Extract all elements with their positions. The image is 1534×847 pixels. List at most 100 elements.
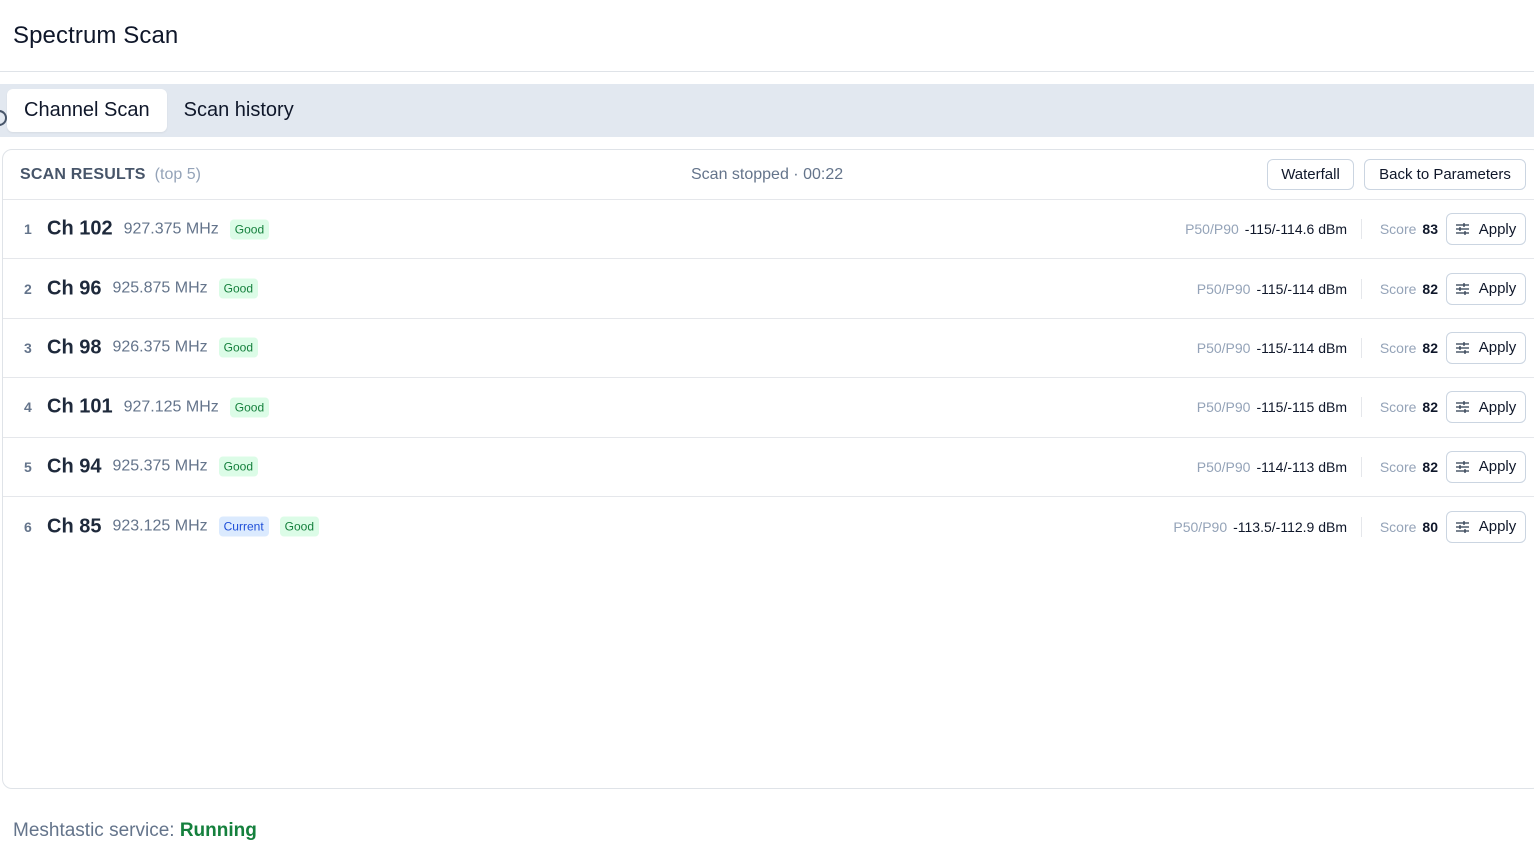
metric-value: -115/-115 dBm: [1256, 399, 1347, 416]
list-item: 6 Ch 85 923.125 MHz Current Good P50/P90 -113.…: [3, 497, 1534, 556]
results-title: SCAN RESULTS: [20, 165, 146, 183]
channel-info: Ch 102 927.375 MHz Good: [47, 217, 270, 241]
score: Score 82: [1380, 281, 1438, 297]
metric-label: P50/P90: [1196, 339, 1251, 356]
channel-frequency: 926.375 MHz: [112, 338, 208, 356]
apply-button[interactable]: Apply: [1446, 272, 1526, 305]
channel-frequency: 925.375 MHz: [112, 457, 208, 475]
scan-results-header: SCAN RESULTS (top 5) Scan stopped · 00:2…: [3, 150, 1534, 200]
scan-results-card: SCAN RESULTS (top 5) Scan stopped · 00:2…: [2, 149, 1534, 789]
score-label: Score: [1379, 339, 1417, 356]
rank-number: 3: [24, 339, 32, 356]
metric-label: P50/P90: [1173, 518, 1228, 535]
p50-p90-metric: P50/P90 -115/-114 dBm: [1197, 281, 1347, 297]
metric-label: P50/P90: [1185, 221, 1239, 238]
sliders-icon: [1455, 460, 1469, 473]
tabs-bar: Channel Scan Scan history: [0, 84, 1534, 137]
channel-info: Ch 101 927.125 MHz Good: [47, 395, 270, 419]
channel-name: Ch 102: [47, 217, 113, 240]
divider: [1361, 516, 1362, 537]
score-value: 83: [1422, 221, 1438, 238]
score-value: 80: [1422, 518, 1438, 535]
score-value: 82: [1422, 280, 1438, 297]
apply-button[interactable]: Apply: [1446, 331, 1526, 364]
good-badge: Good: [218, 337, 258, 358]
metric-value: -113.5/-112.9 dBm: [1233, 518, 1347, 535]
page-header: Spectrum Scan: [0, 0, 1534, 72]
metric-label: P50/P90: [1196, 280, 1251, 297]
channel-name: Ch 96: [47, 277, 102, 300]
channel-info: Ch 85 923.125 MHz Current Good: [47, 515, 320, 538]
page-title: Spectrum Scan: [13, 21, 179, 49]
list-item: 2 Ch 96 925.875 MHz Good P50/P90 -115/-114 dB…: [3, 259, 1534, 319]
score: Score 80: [1380, 519, 1438, 535]
score: Score 82: [1380, 340, 1438, 356]
metric-value: -115/-114 dBm: [1256, 339, 1347, 356]
channel-name: Ch 98: [47, 336, 102, 359]
current-badge: Current: [218, 516, 269, 537]
score-value: 82: [1422, 458, 1438, 475]
divider: [1361, 219, 1362, 240]
results-list: 1 Ch 102 927.375 MHz Good P50/P90 -115/-114.6…: [3, 200, 1534, 556]
channel-name: Ch 85: [47, 515, 102, 538]
good-badge: Good: [218, 278, 258, 299]
tab-channel-scan[interactable]: Channel Scan: [7, 89, 167, 132]
metric-value: -115/-114 dBm: [1256, 280, 1347, 297]
apply-label: Apply: [1478, 458, 1517, 476]
scan-status: Scan stopped · 00:22: [691, 166, 844, 183]
score-label: Score: [1379, 221, 1417, 238]
list-item: 4 Ch 101 927.125 MHz Good P50/P90 -115/-115 d…: [3, 378, 1534, 438]
p50-p90-metric: P50/P90 -114/-113 dBm: [1197, 459, 1347, 475]
channel-frequency: 927.375 MHz: [123, 220, 219, 238]
channel-frequency: 923.125 MHz: [112, 517, 208, 535]
apply-button[interactable]: Apply: [1446, 510, 1526, 543]
service-status-line: Meshtastic service: Running: [13, 820, 257, 842]
score: Score 83: [1380, 221, 1438, 237]
channel-info: Ch 98 926.375 MHz Good: [47, 336, 258, 359]
channel-name: Ch 101: [47, 395, 113, 418]
sliders-icon: [1455, 520, 1469, 533]
rank-number: 5: [24, 458, 32, 475]
sliders-icon: [1455, 401, 1469, 414]
rank-number: 4: [24, 399, 32, 416]
list-item: 1 Ch 102 927.375 MHz Good P50/P90 -115/-114.6…: [3, 200, 1534, 260]
circle-icon: [0, 110, 7, 126]
score-label: Score: [1379, 458, 1417, 475]
score-label: Score: [1379, 518, 1417, 535]
metric-value: -114/-113 dBm: [1256, 458, 1347, 475]
p50-p90-metric: P50/P90 -115/-115 dBm: [1197, 399, 1347, 415]
spectrum-scan-page: Spectrum Scan Channel Scan Scan history …: [0, 0, 1534, 847]
service-status: Running: [179, 820, 257, 841]
back-to-parameters-button[interactable]: Back to Parameters: [1364, 159, 1526, 190]
good-badge: Good: [279, 516, 320, 537]
metric-label: P50/P90: [1196, 399, 1251, 416]
metric-label: P50/P90: [1196, 458, 1251, 475]
service-label: Meshtastic service:: [13, 820, 175, 841]
apply-button[interactable]: Apply: [1446, 450, 1526, 483]
apply-label: Apply: [1478, 398, 1517, 416]
rank-number: 6: [24, 518, 32, 535]
sliders-icon: [1455, 223, 1469, 236]
list-item: 3 Ch 98 926.375 MHz Good P50/P90 -115/-114 dB…: [3, 319, 1534, 379]
apply-button[interactable]: Apply: [1446, 391, 1526, 424]
score-label: Score: [1379, 280, 1417, 297]
waterfall-button[interactable]: Waterfall: [1267, 159, 1354, 190]
score-value: 82: [1422, 339, 1438, 356]
score-label: Score: [1379, 399, 1417, 416]
good-badge: Good: [229, 397, 270, 418]
good-badge: Good: [229, 219, 270, 240]
channel-info: Ch 94 925.375 MHz Good: [47, 455, 258, 478]
p50-p90-metric: P50/P90 -115/-114.6 dBm: [1185, 221, 1347, 237]
apply-button[interactable]: Apply: [1446, 213, 1526, 246]
apply-label: Apply: [1478, 220, 1517, 238]
divider: [1361, 397, 1362, 418]
channel-frequency: 925.875 MHz: [112, 279, 208, 297]
metric-value: -115/-114.6 dBm: [1244, 221, 1347, 238]
score: Score 82: [1380, 399, 1438, 415]
divider: [1361, 278, 1362, 299]
good-badge: Good: [218, 456, 258, 477]
channel-info: Ch 96 925.875 MHz Good: [47, 277, 258, 300]
p50-p90-metric: P50/P90 -115/-114 dBm: [1197, 340, 1347, 356]
tab-scan-history[interactable]: Scan history: [167, 89, 311, 132]
sliders-icon: [1455, 341, 1469, 354]
